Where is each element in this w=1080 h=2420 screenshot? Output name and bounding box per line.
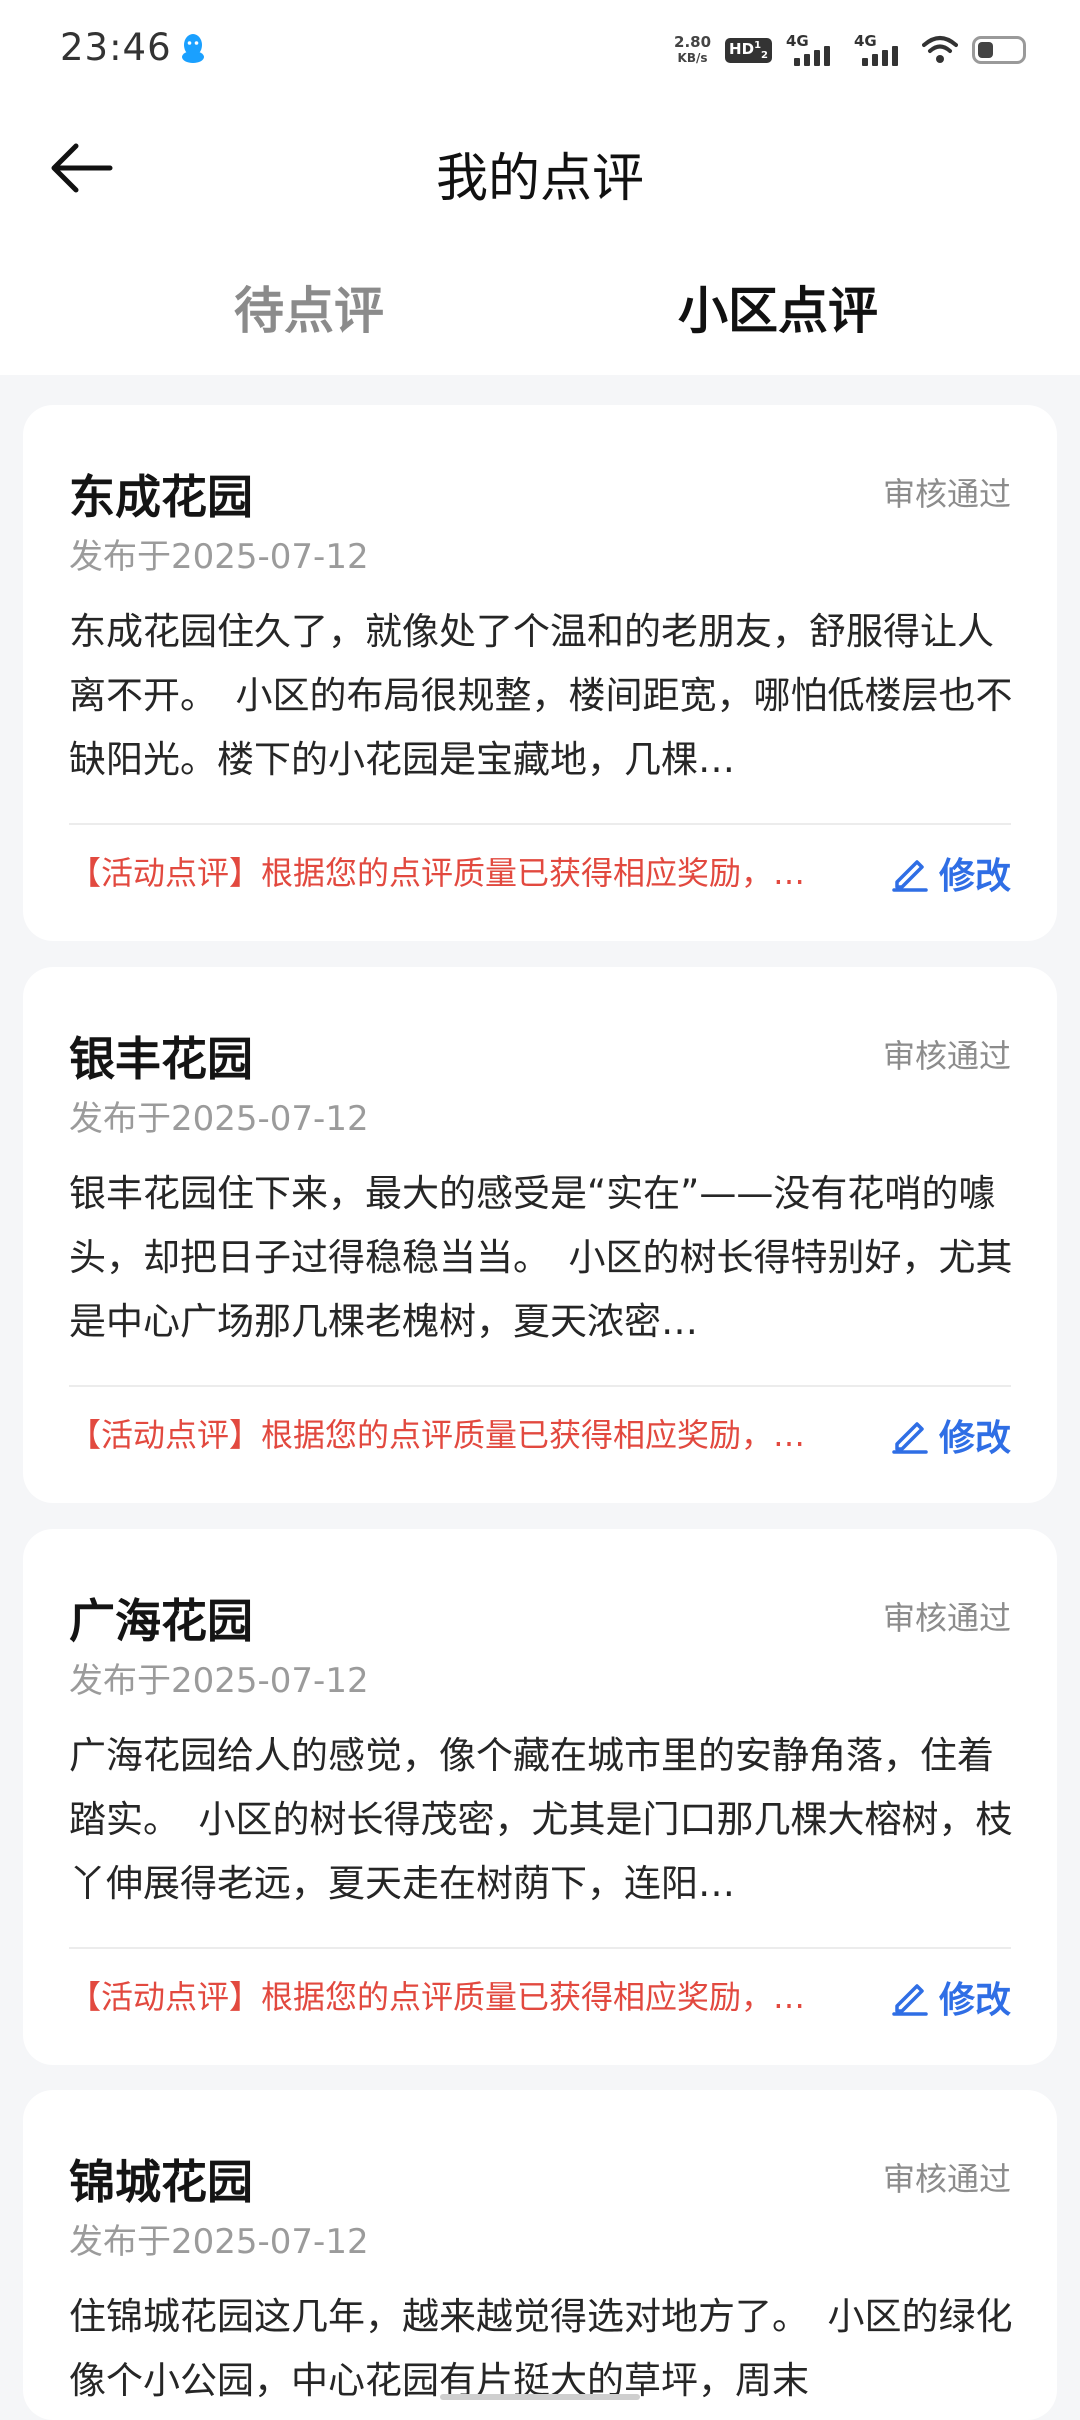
tab-community-review[interactable]: 小区点评	[672, 271, 878, 349]
community-name: 东成花园	[69, 470, 253, 524]
edit-button[interactable]: 修改	[891, 845, 1011, 901]
home-indicator[interactable]	[440, 2394, 640, 2400]
wifi-icon	[922, 36, 958, 63]
review-status: 审核通过	[882, 2160, 1011, 2198]
network-speed: 2.80 KB/s	[674, 34, 711, 66]
top-bar: 23:46 2.80 KB/s HD12 4G 4G 我的点评 待点评 小区点评	[0, 0, 1080, 375]
speed-unit: KB/s	[677, 51, 708, 65]
edit-label: 修改	[938, 1980, 1011, 2021]
review-status: 审核通过	[882, 1037, 1011, 1075]
edit-label: 修改	[938, 856, 1011, 897]
tab-bar: 待点评 小区点评	[0, 255, 1080, 355]
tab-pending-review[interactable]: 待点评	[234, 271, 384, 343]
cellular-signal-icon-2: 4G	[854, 32, 908, 68]
divider	[69, 823, 1011, 825]
review-card[interactable]: 锦城花园 审核通过 发布于2025-07-12 住锦城花园这几年，越来越觉得选对…	[23, 2090, 1057, 2420]
publish-date: 发布于2025-07-12	[69, 1661, 369, 1701]
page-title: 我的点评	[435, 149, 644, 209]
tab-label: 待点评	[234, 282, 384, 340]
battery-icon	[972, 36, 1026, 64]
status-bar: 23:46 2.80 KB/s HD12 4G 4G	[0, 0, 1080, 100]
reward-notice: 【活动点评】根据您的点评质量已获得相应奖励，…	[69, 1978, 806, 2016]
edit-button[interactable]: 修改	[891, 1969, 1011, 2025]
publish-date: 发布于2025-07-12	[69, 1099, 369, 1139]
review-card[interactable]: 广海花园 审核通过 发布于2025-07-12 广海花园给人的感觉，像个藏在城市…	[23, 1529, 1057, 2065]
edit-button[interactable]: 修改	[891, 1407, 1011, 1463]
status-icons: 2.80 KB/s HD12 4G 4G	[674, 28, 1026, 72]
community-name: 锦城花园	[69, 2155, 253, 2209]
publish-date: 发布于2025-07-12	[69, 2222, 369, 2262]
navigation-bar: 我的点评	[0, 120, 1080, 220]
community-name: 银丰花园	[69, 1032, 253, 1086]
cellular-signal-icon: 4G	[786, 32, 840, 68]
speed-value: 2.80	[674, 33, 712, 51]
status-time: 23:46	[60, 26, 172, 69]
edit-pencil-icon	[892, 1984, 928, 2016]
review-card[interactable]: 银丰花园 审核通过 发布于2025-07-12 银丰花园住下来，最大的感受是“实…	[23, 967, 1057, 1503]
community-name: 广海花园	[69, 1594, 253, 1648]
review-status: 审核通过	[882, 1599, 1011, 1637]
tab-label: 小区点评	[678, 282, 878, 340]
edit-label: 修改	[938, 1418, 1011, 1459]
review-content: 东成花园住久了，就像处了个温和的老朋友，舒服得让人离不开。 小区的布局很规整，楼…	[69, 610, 1013, 781]
qq-penguin-icon	[182, 34, 204, 63]
publish-date: 发布于2025-07-12	[69, 537, 369, 577]
divider	[69, 1385, 1011, 1387]
reward-notice: 【活动点评】根据您的点评质量已获得相应奖励，…	[69, 1416, 806, 1454]
review-status: 审核通过	[882, 475, 1011, 513]
edit-pencil-icon	[892, 860, 928, 892]
divider	[69, 1947, 1011, 1949]
review-content: 银丰花园住下来，最大的感受是“实在”——没有花哨的噱头，却把日子过得稳稳当当。 …	[69, 1172, 1013, 1343]
hd-voice-icon: HD12	[725, 37, 772, 63]
reward-notice: 【活动点评】根据您的点评质量已获得相应奖励，…	[69, 854, 806, 892]
hd-sub: 2	[761, 49, 768, 61]
review-card[interactable]: 东成花园 审核通过 发布于2025-07-12 东成花园住久了，就像处了个温和的…	[23, 405, 1057, 941]
hd-sup: 1	[754, 39, 762, 51]
edit-pencil-icon	[892, 1422, 928, 1454]
hd-label: HD	[729, 39, 755, 58]
review-content: 广海花园给人的感觉，像个藏在城市里的安静角落，住着踏实。 小区的树长得茂密，尤其…	[69, 1734, 1013, 1905]
